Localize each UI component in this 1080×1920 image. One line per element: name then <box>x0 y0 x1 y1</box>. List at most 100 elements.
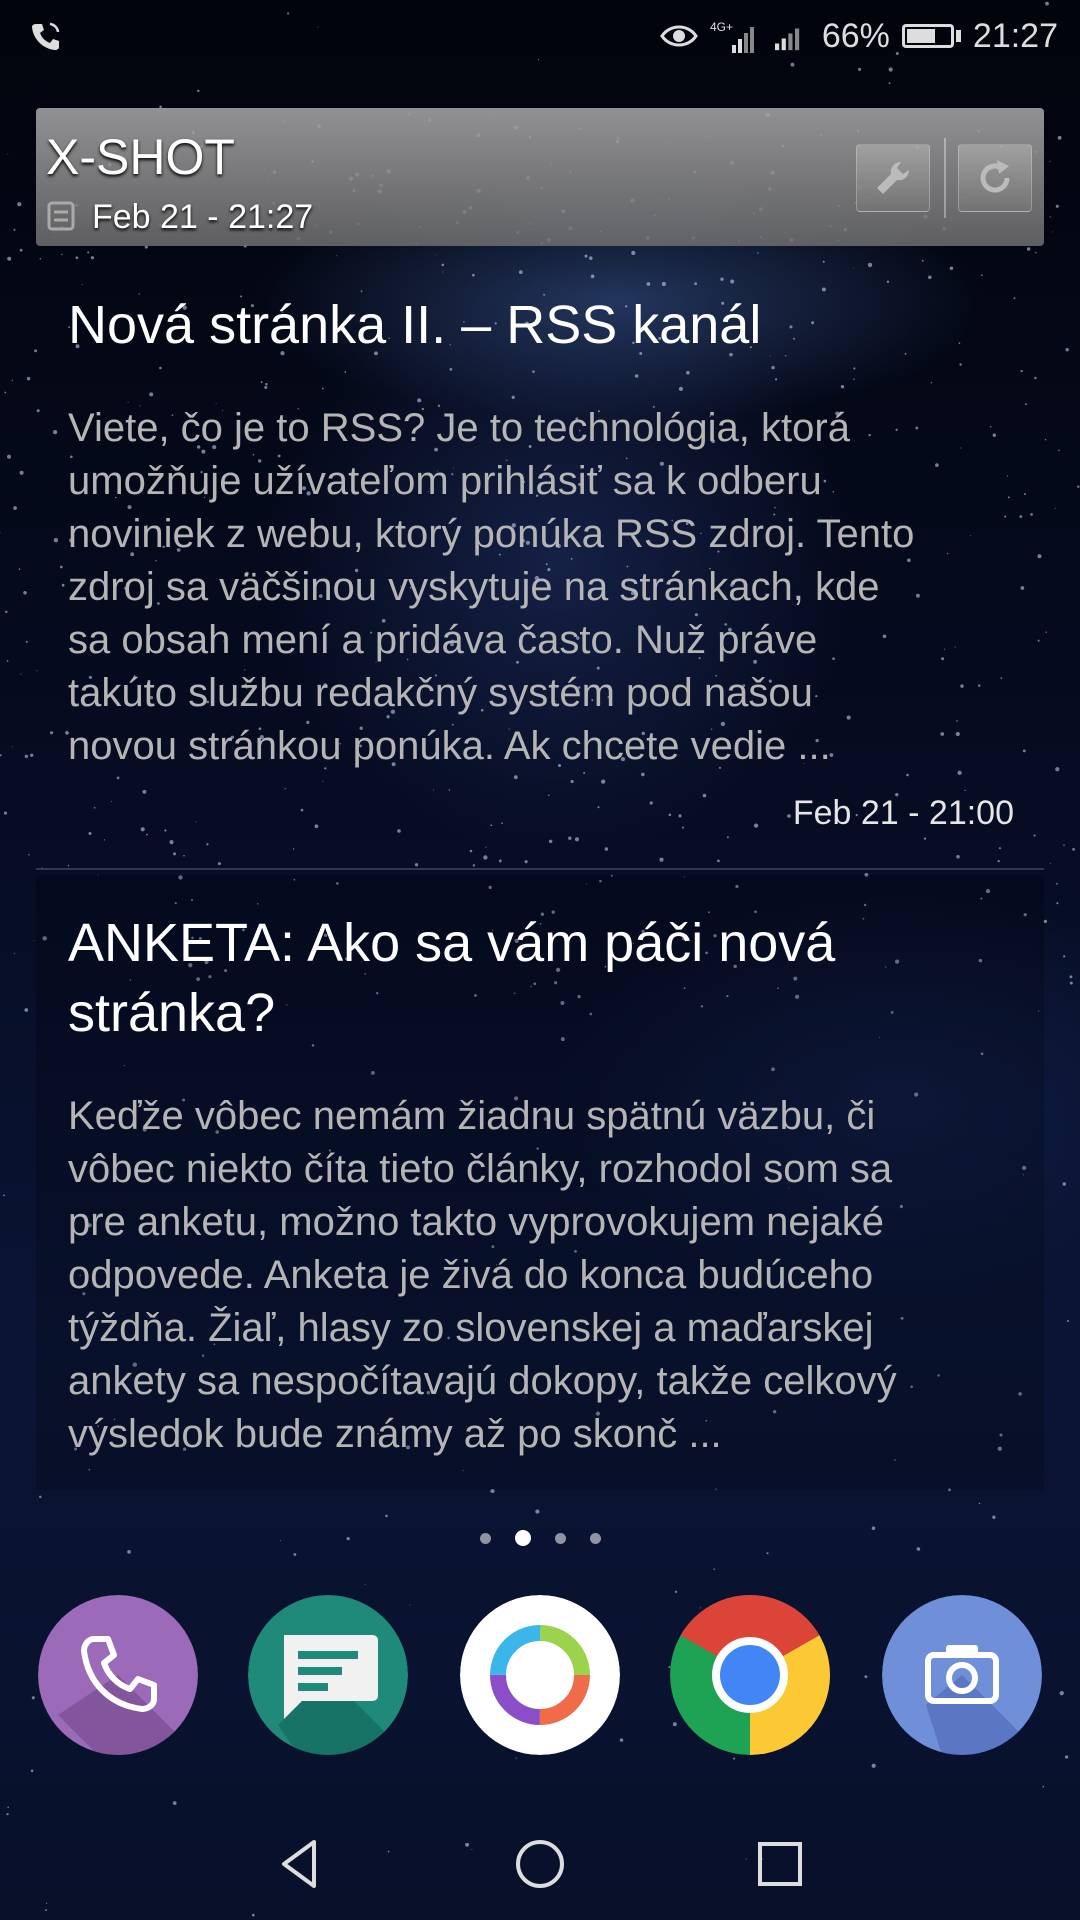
star <box>775 378 778 381</box>
star <box>532 370 535 373</box>
star <box>1049 216 1051 218</box>
star <box>19 248 23 252</box>
star <box>1072 848 1075 851</box>
star <box>433 789 435 791</box>
star <box>956 855 960 859</box>
star <box>448 789 451 791</box>
star <box>292 848 295 850</box>
star <box>1065 348 1069 352</box>
page-dot <box>554 1532 566 1544</box>
star <box>757 252 759 254</box>
star <box>1062 1182 1067 1186</box>
star <box>61 253 63 256</box>
star <box>483 855 488 860</box>
star <box>260 381 263 383</box>
star <box>1055 767 1060 772</box>
excerpt-line: takúto službu redakčný systém pod našou <box>68 671 813 715</box>
star <box>314 824 319 829</box>
star <box>3 811 8 815</box>
star <box>39 258 42 260</box>
star <box>490 824 493 827</box>
header-separator <box>944 138 946 218</box>
star <box>11 379 13 381</box>
star <box>217 862 221 866</box>
star <box>195 821 197 823</box>
star <box>23 591 27 595</box>
star <box>0 754 2 757</box>
navigation-bar <box>0 1800 1080 1920</box>
star <box>6 660 9 662</box>
star <box>597 806 600 809</box>
star <box>264 385 268 389</box>
star <box>589 256 593 260</box>
star <box>840 384 845 389</box>
star <box>668 813 672 817</box>
star <box>906 773 909 777</box>
star <box>1077 485 1080 488</box>
star <box>998 847 1001 850</box>
star <box>978 1502 981 1505</box>
star <box>1027 247 1031 251</box>
star <box>14 953 16 954</box>
star <box>30 1769 34 1773</box>
star <box>1069 975 1073 979</box>
divider <box>36 868 1044 870</box>
star <box>928 275 932 280</box>
star <box>524 860 528 864</box>
star <box>548 839 553 844</box>
refresh-button[interactable] <box>958 144 1032 212</box>
star <box>321 387 324 390</box>
back-icon <box>282 1840 316 1888</box>
eye-comfort-icon <box>660 25 698 47</box>
star <box>726 836 729 839</box>
star <box>766 1552 769 1555</box>
star <box>49 731 54 735</box>
messages-app[interactable] <box>248 1595 408 1755</box>
star <box>1037 639 1040 642</box>
star <box>1022 749 1026 753</box>
article-excerpt: Keďže vôbec nemám žiadnu spätnú väzbu, č… <box>68 1090 1018 1461</box>
battery-icon <box>901 24 961 48</box>
star <box>300 808 304 812</box>
star <box>1052 231 1054 233</box>
excerpt-line: Viete, čo je to RSS? Je to technológia, … <box>68 406 850 450</box>
star <box>17 202 22 207</box>
star <box>619 1738 624 1742</box>
star <box>548 794 550 797</box>
page-dot <box>479 1532 491 1544</box>
star <box>0 532 1 534</box>
camera-app[interactable] <box>882 1595 1042 1755</box>
star <box>930 382 932 384</box>
recents-button[interactable] <box>740 1824 820 1904</box>
back-button[interactable] <box>260 1824 340 1904</box>
star <box>12 746 14 748</box>
star <box>344 371 347 373</box>
star <box>20 673 22 675</box>
star <box>771 365 775 370</box>
star <box>24 754 29 759</box>
star <box>183 854 185 857</box>
star <box>1055 204 1059 208</box>
excerpt-line: výsledok bude známy až po skonč ... <box>68 1412 722 1456</box>
star <box>1049 160 1051 162</box>
star <box>518 270 523 274</box>
star <box>172 852 177 856</box>
star <box>4 391 7 394</box>
swirl-app[interactable] <box>460 1595 620 1755</box>
chrome-app[interactable] <box>670 1595 830 1755</box>
star <box>13 228 16 231</box>
star <box>28 854 30 856</box>
star <box>964 789 966 792</box>
last-updated: Feb 21 - 21:27 <box>92 198 314 236</box>
star <box>1045 631 1047 633</box>
star <box>601 779 606 784</box>
star <box>3 1194 5 1197</box>
phone-app[interactable] <box>38 1595 198 1755</box>
star <box>127 1550 131 1554</box>
star <box>24 1008 29 1012</box>
home-icon <box>516 1840 564 1888</box>
camera-icon <box>882 1595 1042 1755</box>
home-button[interactable] <box>500 1824 580 1904</box>
star <box>1034 376 1037 380</box>
settings-button[interactable] <box>856 144 930 212</box>
